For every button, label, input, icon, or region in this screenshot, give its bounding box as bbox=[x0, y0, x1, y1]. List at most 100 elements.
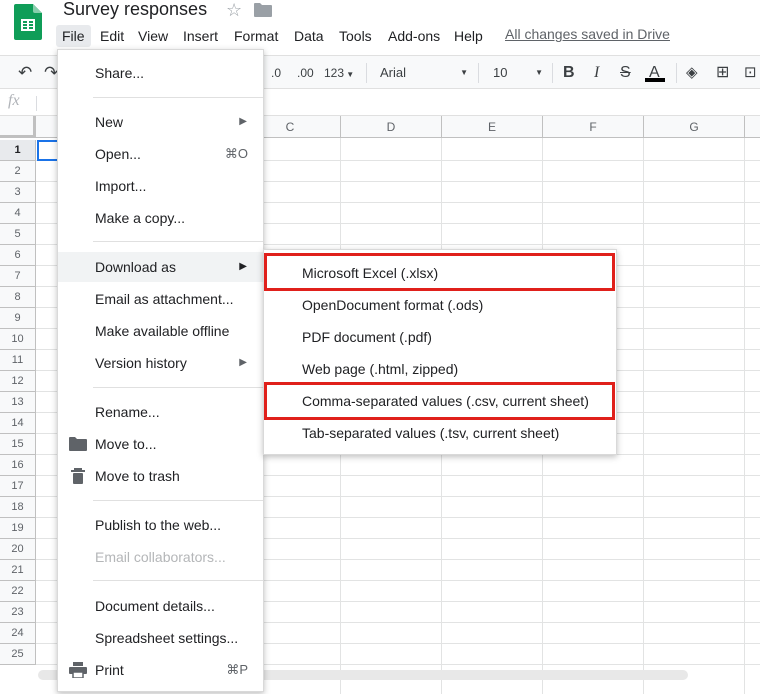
folder-icon[interactable] bbox=[254, 3, 272, 17]
menu-divider bbox=[93, 97, 263, 98]
row-header[interactable]: 19 bbox=[0, 518, 36, 539]
menu-item-open[interactable]: Open... ⌘O bbox=[58, 139, 263, 169]
formula-divider bbox=[36, 96, 37, 111]
row-header[interactable]: 18 bbox=[0, 497, 36, 518]
menu-addons[interactable]: Add-ons bbox=[382, 25, 446, 47]
text-color-swatch bbox=[645, 78, 665, 82]
row-header[interactable]: 17 bbox=[0, 476, 36, 497]
menu-item-print[interactable]: Print ⌘P bbox=[58, 655, 263, 685]
font-size-select[interactable]: 10 ▼ bbox=[493, 62, 543, 84]
row-header[interactable]: 5 bbox=[0, 224, 36, 245]
menu-divider bbox=[93, 580, 263, 581]
submenu-arrow-icon: ▶ bbox=[239, 357, 247, 368]
bold-button[interactable]: B bbox=[563, 62, 575, 84]
menu-item-label: Email collaborators... bbox=[95, 549, 226, 565]
merge-cells-icon[interactable]: ⊡ bbox=[744, 62, 757, 84]
row-header[interactable]: 20 bbox=[0, 539, 36, 560]
column-header-g[interactable]: G bbox=[644, 116, 745, 138]
menu-help[interactable]: Help bbox=[448, 25, 489, 47]
download-html-item[interactable]: Web page (.html, zipped) bbox=[264, 353, 616, 385]
row-header[interactable]: 23 bbox=[0, 602, 36, 623]
menu-item-label: Version history bbox=[95, 355, 187, 371]
menu-item-move-to[interactable]: Move to... bbox=[58, 429, 263, 459]
menu-data[interactable]: Data bbox=[288, 25, 330, 47]
font-family-value: Arial bbox=[380, 65, 407, 80]
undo-icon[interactable]: ↶ bbox=[18, 62, 32, 84]
menu-edit[interactable]: Edit bbox=[94, 25, 130, 47]
menu-view[interactable]: View bbox=[132, 25, 174, 47]
highlight-csv-annotation bbox=[264, 382, 615, 420]
toolbar-divider bbox=[478, 63, 479, 83]
row-header[interactable]: 3 bbox=[0, 182, 36, 203]
number-format-button[interactable]: 123 ▼ bbox=[324, 62, 354, 84]
download-pdf-item[interactable]: PDF document (.pdf) bbox=[264, 321, 616, 353]
row-header[interactable]: 25 bbox=[0, 644, 36, 665]
row-header[interactable]: 15 bbox=[0, 434, 36, 455]
menu-item-label: Email as attachment... bbox=[95, 291, 234, 307]
toolbar-divider bbox=[366, 63, 367, 83]
menu-item-import[interactable]: Import... bbox=[58, 171, 263, 201]
save-status-link[interactable]: All changes saved in Drive bbox=[505, 26, 670, 42]
menu-item-download-as[interactable]: Download as ▶ bbox=[58, 252, 263, 282]
column-header-d[interactable]: D bbox=[341, 116, 442, 138]
menu-item-label: Print bbox=[95, 662, 124, 678]
menu-item-share[interactable]: Share... bbox=[58, 58, 263, 88]
google-sheets-logo-icon[interactable] bbox=[14, 4, 42, 40]
row-header[interactable]: 16 bbox=[0, 455, 36, 476]
row-header[interactable]: 11 bbox=[0, 350, 36, 371]
menu-item-label: Open... bbox=[95, 146, 141, 162]
menu-item-label: Import... bbox=[95, 178, 147, 194]
trash-icon bbox=[71, 468, 85, 484]
row-header[interactable]: 2 bbox=[0, 161, 36, 182]
menu-item-spreadsheet-settings[interactable]: Spreadsheet settings... bbox=[58, 623, 263, 653]
fill-color-icon[interactable]: ◈ bbox=[686, 62, 698, 84]
row-header[interactable]: 10 bbox=[0, 329, 36, 350]
column-header-e[interactable]: E bbox=[442, 116, 543, 138]
borders-icon[interactable]: ⊞ bbox=[716, 62, 729, 84]
decrease-decimal-button[interactable]: .0 bbox=[271, 62, 281, 84]
column-header-h[interactable] bbox=[745, 116, 760, 138]
menu-file[interactable]: File bbox=[56, 25, 91, 47]
menu-item-email-attachment[interactable]: Email as attachment... bbox=[58, 284, 263, 314]
font-family-select[interactable]: Arial ▼ bbox=[380, 62, 468, 84]
italic-button[interactable]: I bbox=[594, 62, 599, 84]
menu-item-publish[interactable]: Publish to the web... bbox=[58, 510, 263, 540]
grid-line bbox=[643, 138, 644, 694]
select-all-corner[interactable] bbox=[0, 116, 36, 138]
shortcut-label: ⌘P bbox=[226, 662, 248, 677]
menu-item-label: Download as bbox=[95, 259, 176, 275]
star-icon[interactable]: ☆ bbox=[226, 0, 242, 21]
row-header[interactable]: 9 bbox=[0, 308, 36, 329]
menu-insert[interactable]: Insert bbox=[177, 25, 224, 47]
column-header-f[interactable]: F bbox=[543, 116, 644, 138]
menu-divider bbox=[93, 500, 263, 501]
menu-item-label: Make available offline bbox=[95, 323, 230, 339]
row-header[interactable]: 12 bbox=[0, 371, 36, 392]
menu-item-version-history[interactable]: Version history ▶ bbox=[58, 348, 263, 378]
download-tsv-item[interactable]: Tab-separated values (.tsv, current shee… bbox=[264, 417, 616, 449]
row-header[interactable]: 21 bbox=[0, 560, 36, 581]
chevron-down-icon: ▼ bbox=[535, 68, 543, 77]
menu-tools[interactable]: Tools bbox=[333, 25, 378, 47]
row-header[interactable]: 13 bbox=[0, 392, 36, 413]
increase-decimal-button[interactable]: .00 bbox=[297, 62, 314, 84]
strikethrough-button[interactable]: S bbox=[620, 62, 631, 84]
row-header[interactable]: 7 bbox=[0, 266, 36, 287]
menu-format[interactable]: Format bbox=[228, 25, 284, 47]
row-header[interactable]: 22 bbox=[0, 581, 36, 602]
menu-item-new[interactable]: New ▶ bbox=[58, 107, 263, 137]
menu-item-label: Publish to the web... bbox=[95, 517, 222, 533]
row-header[interactable]: 8 bbox=[0, 287, 36, 308]
menu-item-document-details[interactable]: Document details... bbox=[58, 591, 263, 621]
menu-item-move-to-trash[interactable]: Move to trash bbox=[58, 461, 263, 491]
row-header[interactable]: 4 bbox=[0, 203, 36, 224]
download-ods-item[interactable]: OpenDocument format (.ods) bbox=[264, 289, 616, 321]
menu-item-rename[interactable]: Rename... bbox=[58, 397, 263, 427]
row-header[interactable]: 24 bbox=[0, 623, 36, 644]
row-header[interactable]: 14 bbox=[0, 413, 36, 434]
row-header[interactable]: 6 bbox=[0, 245, 36, 266]
row-header[interactable]: 1 bbox=[0, 140, 36, 161]
menu-item-offline[interactable]: Make available offline bbox=[58, 316, 263, 346]
menu-item-make-copy[interactable]: Make a copy... bbox=[58, 203, 263, 233]
document-title[interactable]: Survey responses bbox=[63, 0, 207, 20]
